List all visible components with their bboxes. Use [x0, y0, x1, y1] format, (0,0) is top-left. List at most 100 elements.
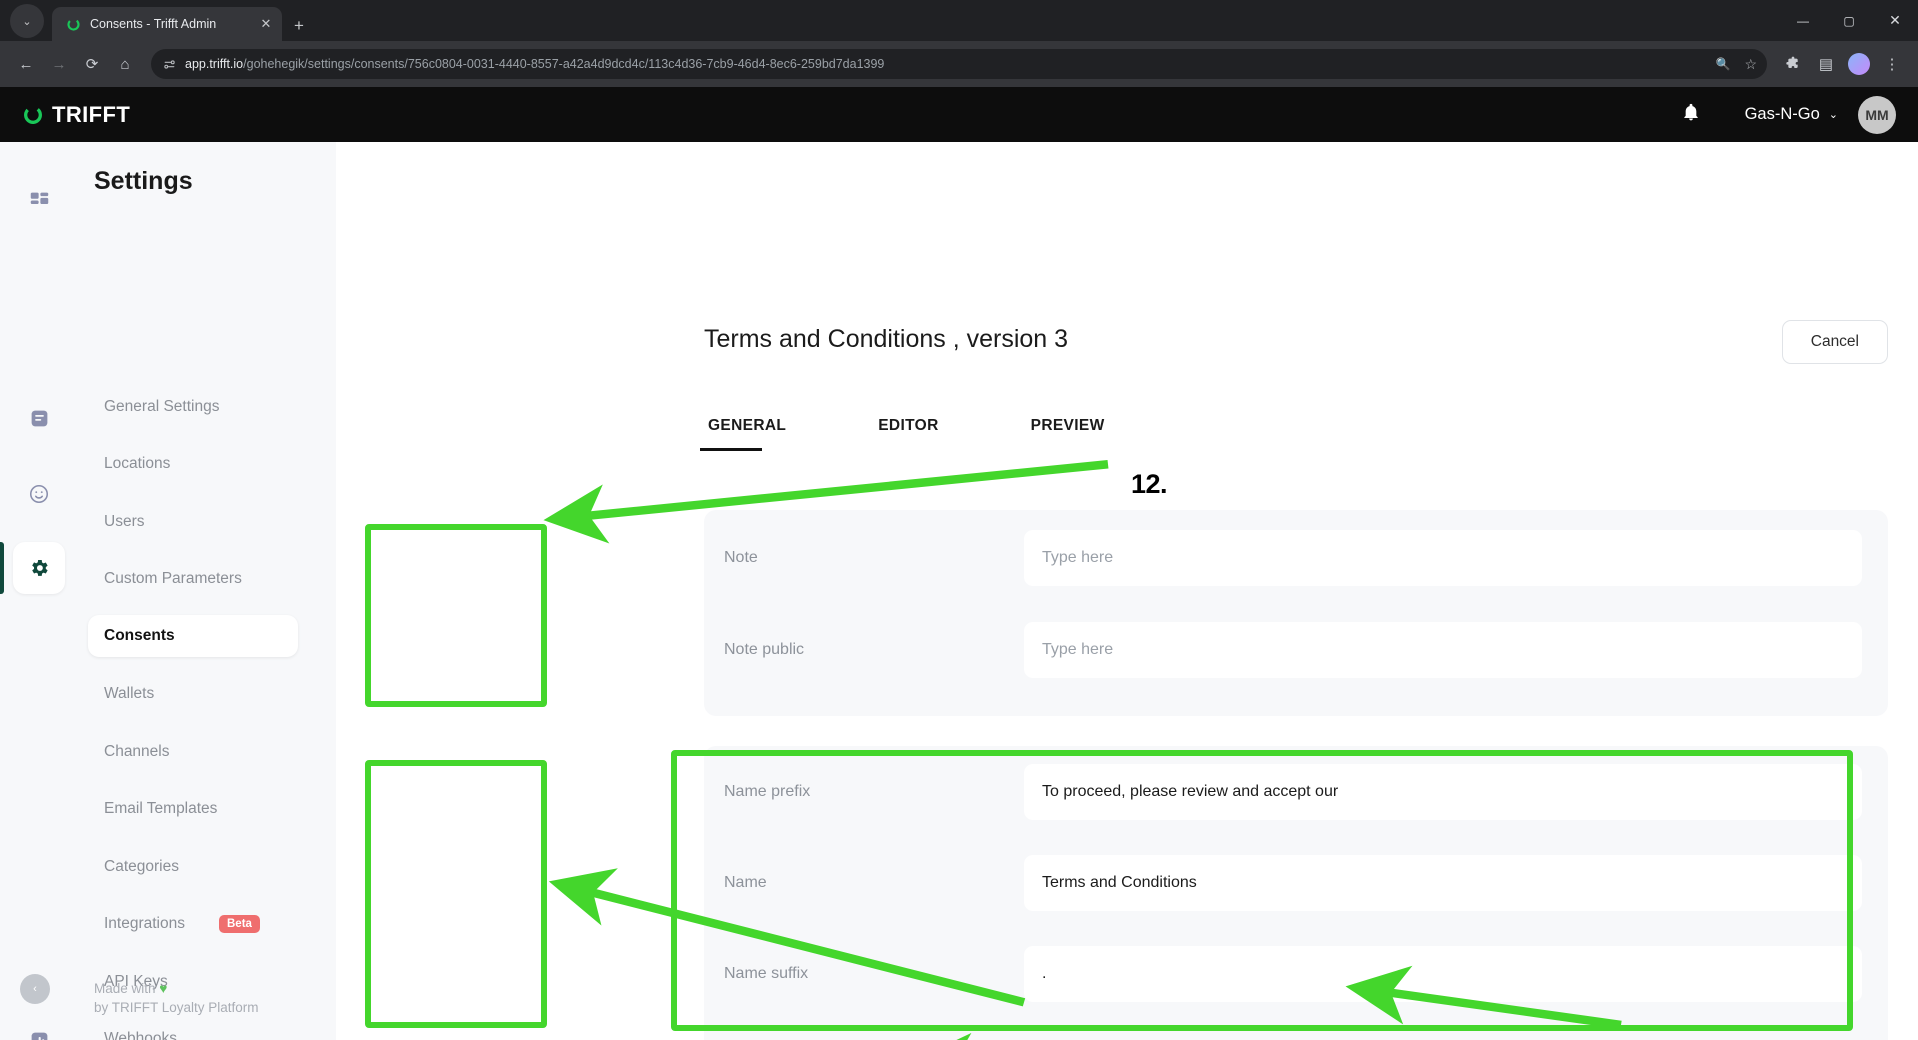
new-tab-button[interactable]: + — [294, 17, 304, 34]
main-content: Terms and Conditions , version 3 Cancel … — [336, 142, 1918, 1040]
note-public-input[interactable]: Type here — [1024, 622, 1862, 678]
bookmark-star-icon[interactable]: ☆ — [1744, 56, 1757, 73]
url-path: /gohehegik/settings/consents/756c0804-00… — [243, 57, 885, 71]
window-close-button[interactable]: ✕ — [1872, 0, 1918, 41]
content-icon[interactable] — [13, 392, 65, 444]
name-label: Name — [724, 874, 767, 891]
name-prefix-input[interactable]: To proceed, please review and accept our — [1024, 764, 1862, 820]
content-tabs: GENERAL EDITOR PREVIEW — [699, 417, 1193, 451]
note-public-label: Note public — [724, 641, 805, 658]
tab-title: Consents - Trifft Admin — [90, 17, 217, 31]
browser-tab[interactable]: Consents - Trifft Admin ✕ — [52, 7, 282, 41]
logo-text: TRIFFT — [52, 101, 131, 127]
sidebar-item-custom-parameters[interactable]: Custom Parameters — [88, 558, 298, 600]
chevron-down-icon: ⌄ — [1828, 109, 1838, 121]
collapse-sidebar-button[interactable]: ‹ — [20, 974, 50, 1004]
page-section-title: Settings — [94, 167, 193, 195]
sidebar-item-label: Consents — [104, 627, 175, 644]
sidebar-item-categories[interactable]: Categories — [88, 846, 298, 888]
name-suffix-label: Name suffix — [724, 965, 809, 982]
back-icon[interactable]: ← — [11, 49, 41, 79]
sidebar-footer: Made with ♥ by TRIFFT Loyalty Platform — [94, 979, 259, 1018]
customers-icon[interactable] — [13, 468, 65, 520]
settings-gear-icon[interactable] — [0, 542, 65, 594]
sidebar-item-users[interactable]: Users — [88, 501, 298, 543]
page-title: Terms and Conditions , version 3 — [704, 325, 1069, 353]
browser-menu-icon[interactable]: ⋮ — [1877, 49, 1907, 79]
forward-icon[interactable]: → — [44, 49, 74, 79]
sidebar-item-label: Webhooks — [104, 1030, 177, 1040]
sidebar-item-locations[interactable]: Locations — [88, 443, 298, 485]
home-icon[interactable]: ⌂ — [110, 49, 140, 79]
trifft-admin-app: TRIFFT Gas-N-Go ⌄ MM ‹ Settings General … — [0, 87, 1918, 1040]
address-bar[interactable]: app.trifft.io/gohehegik/settings/consent… — [151, 49, 1767, 79]
close-icon[interactable]: ✕ — [258, 16, 274, 32]
beta-badge: Beta — [219, 915, 260, 933]
omnibox-actions: 🔍 ☆ — [1715, 56, 1757, 73]
sidebar-item-integrations[interactable]: Integrations Beta — [88, 903, 298, 945]
profile-avatar[interactable] — [1844, 49, 1874, 79]
heart-icon: ♥ — [159, 980, 168, 996]
sidebar-item-label: General Settings — [104, 398, 220, 415]
sidebar-item-label: Channels — [104, 743, 170, 760]
sidebar-item-label: Integrations — [104, 915, 185, 932]
cancel-button[interactable]: Cancel — [1781, 320, 1888, 364]
sidebar-item-consents[interactable]: Consents — [88, 615, 298, 657]
sidebar-item-label: Custom Parameters — [104, 570, 242, 587]
name-input[interactable]: Terms and Conditions — [1024, 855, 1862, 911]
name-row: Name Terms and Conditions — [704, 855, 1888, 911]
organization-selector[interactable]: Gas-N-Go ⌄ — [1745, 105, 1838, 124]
browser-window: ⌄ Consents - Trifft Admin ✕ + — ▢ ✕ ← → … — [0, 0, 1918, 1040]
tab-label: GENERAL — [708, 417, 787, 434]
tab-search-button[interactable]: ⌄ — [10, 4, 44, 38]
name-suffix-row: Name suffix . — [704, 946, 1888, 1002]
user-avatar[interactable]: MM — [1858, 95, 1896, 134]
sidebar-item-label: Users — [104, 513, 145, 530]
sidebar-item-webhooks[interactable]: Webhooks — [88, 1018, 298, 1040]
tab-editor[interactable]: EDITOR — [874, 417, 942, 451]
note-row: Note Type here — [704, 530, 1888, 586]
sidebar-item-wallets[interactable]: Wallets — [88, 673, 298, 715]
window-controls: — ▢ ✕ — [1780, 0, 1918, 41]
url-text: app.trifft.io/gohehegik/settings/consent… — [185, 57, 884, 71]
trifft-logo[interactable]: TRIFFT — [22, 102, 130, 128]
sidebar-item-label: Wallets — [104, 685, 155, 702]
name-prefix-label: Name prefix — [724, 783, 811, 800]
notes-panel: Note Type here Note public Type here — [704, 510, 1888, 716]
notifications-bell-icon[interactable] — [1681, 102, 1701, 127]
note-input[interactable]: Type here — [1024, 530, 1862, 586]
icon-rail: ‹ — [0, 142, 78, 1040]
zoom-icon[interactable]: 🔍 — [1715, 57, 1730, 71]
annotation-box-notes — [365, 524, 547, 707]
tab-general[interactable]: GENERAL — [699, 417, 790, 451]
sidebar-item-general-settings[interactable]: General Settings — [88, 386, 298, 428]
tab-preview[interactable]: PREVIEW — [1027, 417, 1109, 451]
minimize-button[interactable]: — — [1780, 0, 1826, 41]
trifft-favicon-icon — [65, 16, 81, 32]
footer-line-2: by TRIFFT Loyalty Platform — [94, 1000, 259, 1016]
annotation-box-name-fields — [365, 760, 547, 1028]
note-label: Note — [724, 549, 758, 566]
url-host: app.trifft.io — [185, 57, 244, 71]
reports-icon[interactable] — [13, 1014, 65, 1040]
site-settings-icon[interactable] — [163, 58, 176, 71]
split-screen-icon[interactable]: ▤ — [1811, 49, 1841, 79]
tab-label: PREVIEW — [1030, 417, 1105, 434]
reload-icon[interactable]: ⟳ — [77, 49, 107, 79]
dashboard-icon[interactable] — [13, 174, 65, 226]
settings-menu: Settings General Settings Locations User… — [78, 142, 336, 1040]
note-public-row: Note public Type here — [704, 622, 1888, 678]
name-suffix-input[interactable]: . — [1024, 946, 1862, 1002]
chevron-down-icon: ⌄ — [22, 15, 32, 28]
sidebar-item-label: Email Templates — [104, 800, 218, 817]
app-body: ‹ Settings General Settings Locations Us… — [0, 142, 1918, 1040]
organization-name: Gas-N-Go — [1744, 105, 1820, 123]
extensions-icon[interactable] — [1778, 49, 1808, 79]
sidebar-item-label: Locations — [104, 455, 171, 472]
footer-line-1: Made with — [94, 980, 156, 996]
maximize-button[interactable]: ▢ — [1826, 0, 1872, 41]
sidebar-item-channels[interactable]: Channels — [88, 731, 298, 773]
browser-tab-strip: ⌄ Consents - Trifft Admin ✕ + — ▢ ✕ — [0, 0, 1918, 41]
sidebar-item-email-templates[interactable]: Email Templates — [88, 788, 298, 830]
name-panel: Name prefix To proceed, please review an… — [704, 746, 1888, 1040]
